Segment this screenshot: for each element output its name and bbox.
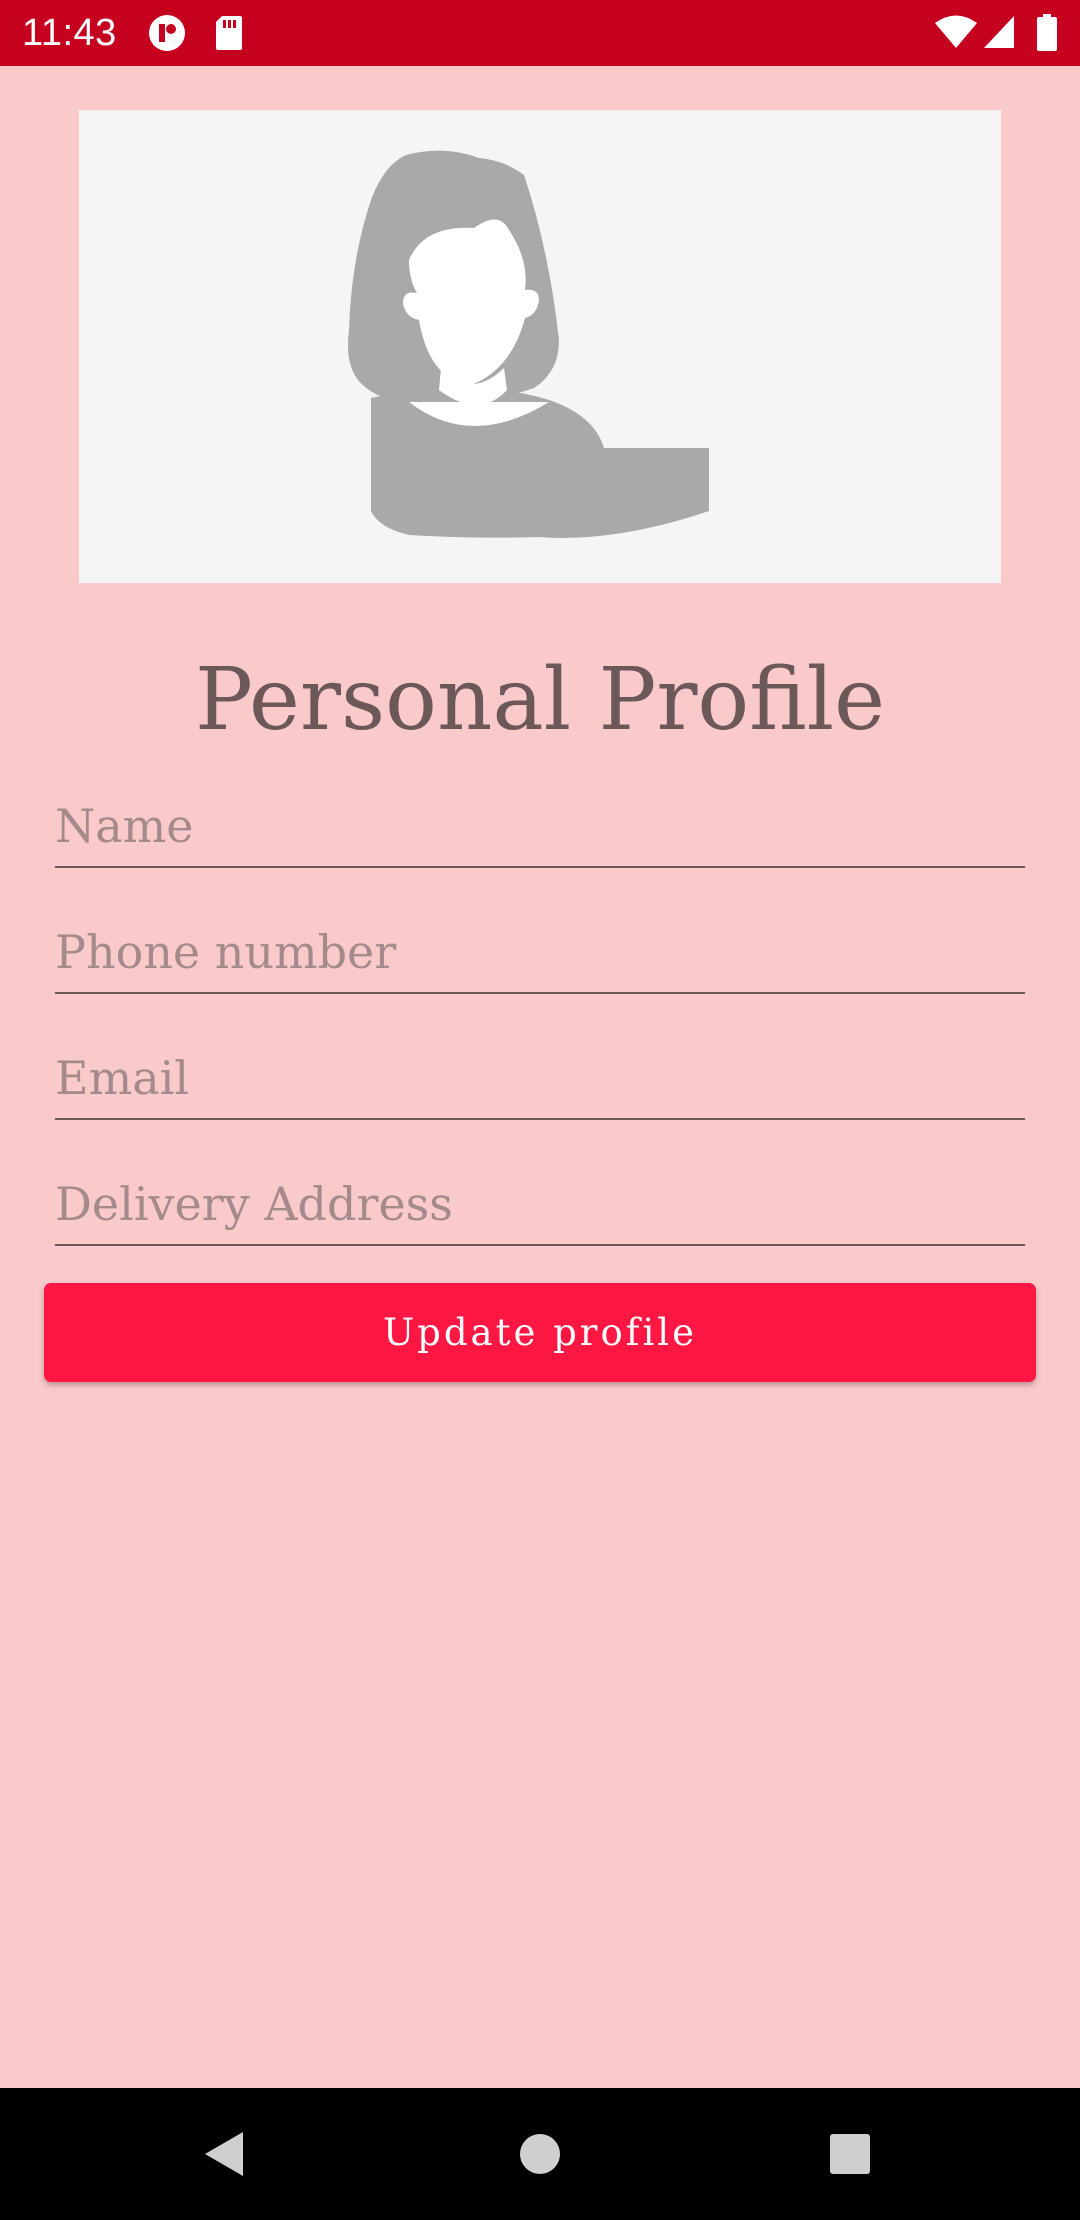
- home-button[interactable]: [480, 2088, 600, 2220]
- name-input[interactable]: [55, 794, 1025, 858]
- recents-button[interactable]: [790, 2088, 910, 2220]
- wifi-icon: [934, 14, 978, 54]
- profile-screen: 11:43 Personal Profile Name Phone number…: [0, 0, 1080, 2220]
- phone-input[interactable]: [55, 920, 1025, 984]
- cellular-signal-icon: [982, 14, 1016, 54]
- female-avatar-icon: [348, 150, 709, 538]
- email-field[interactable]: [55, 1038, 1025, 1120]
- back-icon: [205, 2132, 243, 2176]
- update-profile-button[interactable]: Update profile: [44, 1283, 1036, 1382]
- recents-icon: [830, 2134, 870, 2174]
- address-input[interactable]: [55, 1172, 1025, 1236]
- page-title: Personal Profile: [195, 650, 885, 750]
- battery-icon: [1036, 14, 1058, 56]
- sd-card-icon: [214, 14, 244, 56]
- status-bar: 11:43: [0, 0, 1080, 66]
- name-field[interactable]: [55, 786, 1025, 868]
- avatar-image[interactable]: [79, 110, 1001, 583]
- navigation-bar: [0, 2088, 1080, 2220]
- app-notification-icon: [148, 14, 186, 56]
- home-icon: [520, 2134, 560, 2174]
- phone-field[interactable]: [55, 912, 1025, 994]
- status-time: 11:43: [22, 12, 117, 54]
- back-button[interactable]: [165, 2088, 285, 2220]
- address-field[interactable]: [55, 1164, 1025, 1246]
- email-input[interactable]: [55, 1046, 1025, 1110]
